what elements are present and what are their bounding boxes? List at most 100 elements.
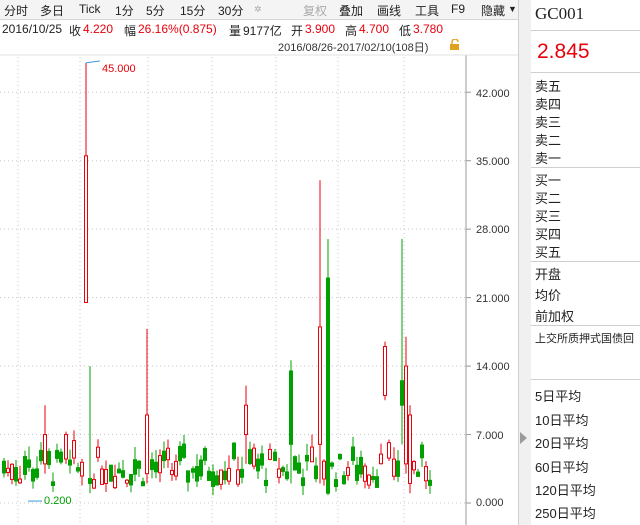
lock-icon[interactable] <box>449 39 461 50</box>
candle-body <box>310 446 314 463</box>
candle-body <box>248 449 252 465</box>
candle-body <box>244 404 248 436</box>
candle-body <box>104 468 108 484</box>
candle-body <box>195 466 199 482</box>
tab-30min[interactable]: 30分 <box>218 2 243 19</box>
candle-body <box>396 460 400 477</box>
chevron-down-icon[interactable]: ▼ <box>508 4 517 14</box>
candle-body <box>240 468 244 478</box>
candle-body <box>227 467 231 482</box>
candle-body <box>141 481 145 487</box>
candle-body <box>379 453 383 465</box>
candle-body <box>392 458 396 477</box>
candle-body <box>232 442 236 460</box>
candle-body <box>96 446 100 458</box>
current-price: 2.845 <box>537 40 590 63</box>
candle-body <box>252 447 256 467</box>
candle-body <box>59 451 63 463</box>
tools-button[interactable]: 工具 <box>415 2 439 19</box>
candle-body <box>43 434 47 465</box>
candle-body <box>236 469 240 485</box>
draw-line-button[interactable]: 画线 <box>377 2 401 19</box>
overlay-button[interactable]: 叠加 <box>339 2 363 19</box>
ma-60-day: 60日平均 <box>535 460 589 475</box>
close-value: 4.220 <box>83 22 114 36</box>
candle-body <box>129 474 133 486</box>
candle-body <box>326 277 330 494</box>
ask-row-1: 卖一 <box>535 151 562 166</box>
max-annotation-pointer <box>85 60 101 64</box>
candle-body <box>88 478 92 484</box>
divider <box>531 30 640 31</box>
candle-body <box>92 479 96 489</box>
candle-body <box>408 414 412 484</box>
candle-body <box>289 370 293 445</box>
candle-body <box>342 475 346 485</box>
collapse-arrow-icon[interactable] <box>520 432 527 444</box>
candle-body <box>117 468 121 474</box>
candle-body <box>281 467 285 472</box>
candle-body <box>338 453 342 460</box>
divider <box>531 167 640 168</box>
tab-15min[interactable]: 15分 <box>180 2 205 19</box>
candle-body <box>305 454 309 462</box>
candle-body <box>170 469 174 476</box>
quote-panel: GC001 2.845 卖五 卖四 卖三 卖二 卖一 买一 买二 买三 买四 买… <box>531 0 640 525</box>
candle-body <box>363 465 367 482</box>
candle-body <box>273 451 277 462</box>
open-stat: 开盘 <box>535 267 562 282</box>
candle-body <box>268 448 272 460</box>
candle-body <box>27 459 31 468</box>
candle-body <box>178 445 182 462</box>
candle-body <box>76 467 80 472</box>
candle-body <box>55 449 59 459</box>
candle-body <box>420 444 424 459</box>
tab-5min[interactable]: 5分 <box>146 2 165 19</box>
candle-body <box>203 448 207 461</box>
candle-body <box>428 479 432 486</box>
candle-body <box>121 470 125 478</box>
candle-body <box>199 459 203 477</box>
candle-body <box>351 446 355 461</box>
date-range-label: 2016/08/26-2017/02/10(108日) <box>278 42 429 54</box>
min-price-annotation: 0.200 <box>44 495 72 507</box>
candle-body <box>18 478 22 484</box>
candle-body <box>182 443 186 458</box>
ma-120-day: 120日平均 <box>535 483 596 498</box>
tab-multiday[interactable]: 多日 <box>40 2 64 19</box>
bid-row-4: 买四 <box>535 227 562 242</box>
adjust-button[interactable]: 复权 <box>303 2 327 19</box>
candle-body <box>277 468 281 478</box>
candle-body <box>207 470 211 481</box>
candle-body <box>145 414 149 475</box>
candle-body <box>6 467 10 473</box>
candle-body <box>191 468 195 473</box>
candle-body <box>301 477 305 487</box>
ma-250-day: 250日平均 <box>535 506 596 521</box>
ma-20-day: 20日平均 <box>535 436 589 451</box>
avg-price-stat: 均价 <box>535 288 562 303</box>
candle-body <box>68 459 72 466</box>
candle-body <box>404 365 408 465</box>
candle-body <box>293 456 297 471</box>
more-periods-icon[interactable]: ✲ <box>254 4 262 15</box>
candle-body <box>150 459 154 471</box>
hide-button[interactable]: 隐藏 <box>481 2 505 19</box>
tab-1min[interactable]: 1分 <box>115 2 134 19</box>
candle-body <box>314 465 318 480</box>
candle-body <box>72 440 76 459</box>
security-code: GC001 <box>535 4 585 23</box>
candle-body <box>219 469 223 485</box>
kline-chart[interactable] <box>0 37 518 525</box>
y-tick-label: 28.000 <box>476 224 510 236</box>
candle-body <box>109 464 113 482</box>
candle-body <box>133 459 137 475</box>
candle-body <box>80 461 84 477</box>
candle-body <box>285 471 289 480</box>
tab-intraday[interactable]: 分时 <box>4 2 28 19</box>
f9-button[interactable]: F9 <box>451 2 465 16</box>
tab-tick[interactable]: Tick <box>79 2 101 16</box>
low-value: 3.780 <box>413 22 444 36</box>
panel-splitter[interactable] <box>518 0 532 525</box>
candle-body <box>64 434 68 460</box>
